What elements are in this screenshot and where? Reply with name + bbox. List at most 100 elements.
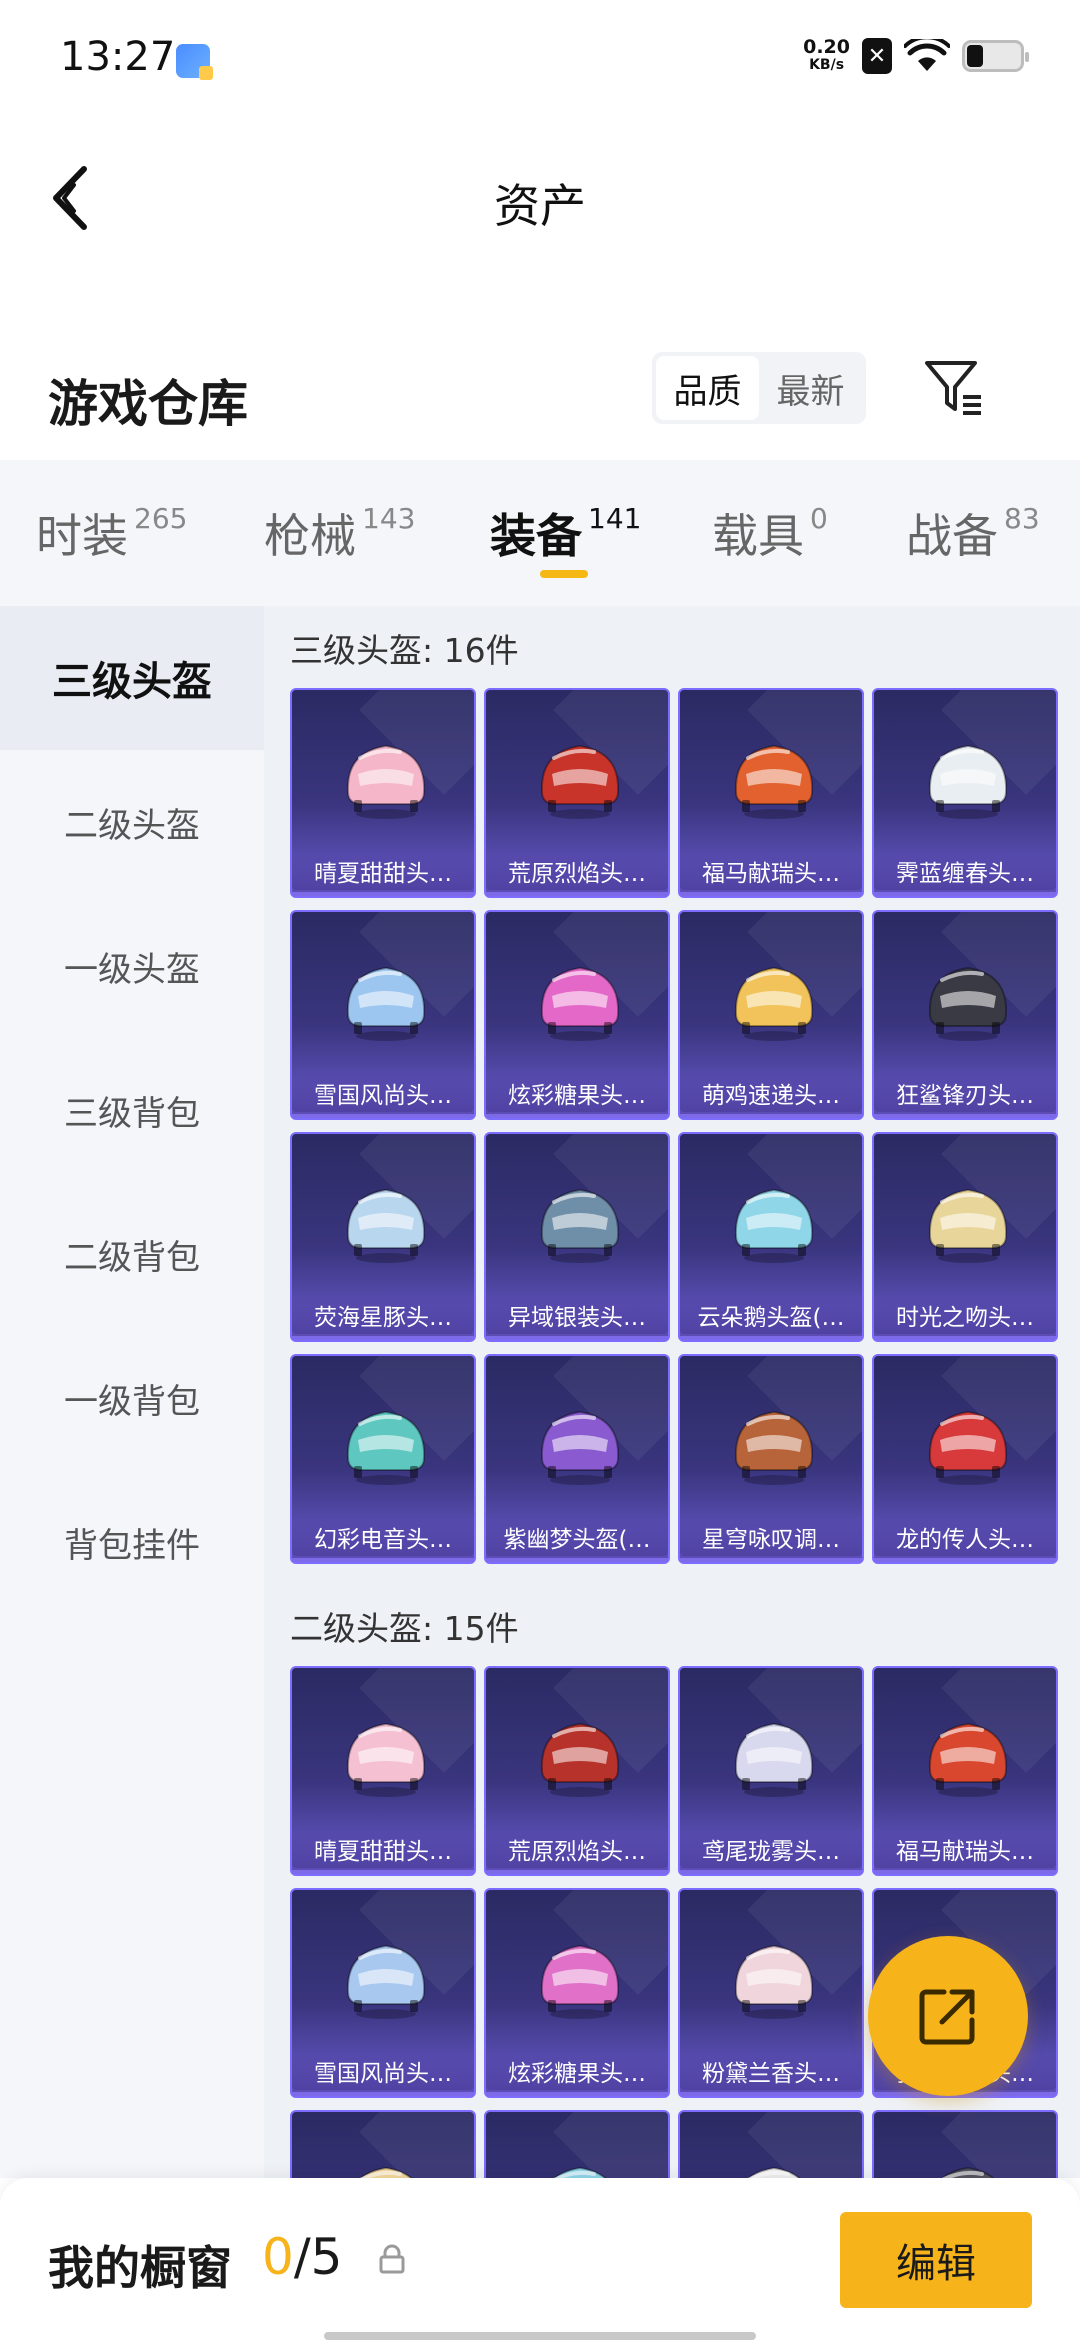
item-name: 霁蓝缠春头… — [874, 856, 1056, 892]
item-name: 龙的传人头… — [874, 1522, 1056, 1558]
tab-count: 83 — [1004, 502, 1040, 535]
helmet-icon — [553, 2166, 607, 2178]
item-card[interactable]: 晴夏甜甜头… — [290, 1666, 476, 1876]
item-card[interactable]: 狂鲨锋刃头… — [872, 910, 1058, 1120]
sidebar-item-level2-helmet[interactable]: 二级头盔 — [0, 750, 264, 894]
helmet-icon — [928, 744, 1008, 819]
tab-battle-gear[interactable]: 战备 83 — [906, 500, 1040, 566]
filter-button[interactable] — [918, 352, 990, 424]
helmet-icon — [734, 1188, 814, 1263]
helmet-icon — [734, 1944, 814, 2019]
group-title: 三级头盔: 16件 — [290, 631, 519, 670]
item-card[interactable]: 时光之吻头… — [872, 1132, 1058, 1342]
item-card[interactable] — [290, 2110, 476, 2178]
item-card[interactable]: 雪国风尚头… — [290, 910, 476, 1120]
lock-icon — [378, 2244, 406, 2278]
tab-firearms[interactable]: 枪械 143 — [264, 500, 415, 566]
helmet-icon — [540, 1188, 620, 1263]
item-name: 狂鲨锋刃头… — [874, 1078, 1056, 1114]
home-indicator — [324, 2332, 756, 2340]
tab-equipment[interactable]: 装备 141 — [490, 500, 641, 566]
item-card[interactable]: 龙的传人头… — [872, 1354, 1058, 1564]
item-card[interactable]: 异域银装头… — [484, 1132, 670, 1342]
helmet-icon — [540, 966, 620, 1041]
sort-by-quality[interactable]: 品质 — [656, 356, 759, 420]
helmet-icon — [540, 1410, 620, 1485]
item-card[interactable]: 鸢尾珑雾头… — [678, 1666, 864, 1876]
tab-label: 时装 — [36, 509, 128, 563]
sidebar-item-level3-helmet[interactable]: 三级头盔 — [0, 606, 264, 750]
item-card[interactable]: 荒原烈焰头… — [484, 1666, 670, 1876]
showcase-current: 0 — [262, 2228, 294, 2286]
tab-vehicles[interactable]: 载具 0 — [712, 500, 828, 566]
item-card[interactable]: 幻彩电音头… — [290, 1354, 476, 1564]
item-name: 鸢尾珑雾头… — [680, 1834, 862, 1870]
item-name: 荒原烈焰头… — [486, 856, 668, 892]
item-name: 福马献瑞头… — [680, 856, 862, 892]
item-card[interactable]: 霁蓝缠春头… — [872, 688, 1058, 898]
showcase-count: 0/5 — [262, 2228, 342, 2286]
share-button[interactable] — [868, 1936, 1028, 2096]
sidebar-item-level1-backpack[interactable]: 一级背包 — [0, 1326, 264, 1470]
helmet-icon — [540, 744, 620, 819]
item-card[interactable]: 福马献瑞头… — [872, 1666, 1058, 1876]
item-card[interactable]: 荧海星豚头… — [290, 1132, 476, 1342]
status-time: 13:27 — [60, 34, 176, 80]
helmet-icon — [346, 1188, 426, 1263]
item-card[interactable]: 炫彩糖果头… — [484, 1888, 670, 2098]
item-card[interactable]: 萌鸡速递头… — [678, 910, 864, 1120]
item-card[interactable]: 粉黛兰香头… — [678, 1888, 864, 2098]
sidebar-item-level3-backpack[interactable]: 三级背包 — [0, 1038, 264, 1182]
item-name: 炫彩糖果头… — [486, 2056, 668, 2092]
item-card[interactable] — [678, 2110, 864, 2178]
active-tab-indicator — [540, 570, 588, 578]
warehouse-title: 游戏仓库 — [48, 375, 248, 433]
item-name: 雪国风尚头… — [292, 2056, 474, 2092]
item-card[interactable]: 炫彩糖果头… — [484, 910, 670, 1120]
tab-count: 0 — [810, 502, 828, 535]
sort-by-newest[interactable]: 最新 — [759, 356, 862, 420]
helmet-icon — [540, 1722, 620, 1797]
tab-count: 143 — [362, 502, 416, 535]
item-card[interactable] — [484, 2110, 670, 2178]
showcase-bar: 我的橱窗 0/5 编辑 — [0, 2178, 1080, 2344]
tab-label: 战备 — [906, 509, 998, 563]
tab-fashion[interactable]: 时装 265 — [36, 500, 187, 566]
tab-count: 141 — [588, 502, 642, 535]
item-name: 晴夏甜甜头… — [292, 856, 474, 892]
item-name: 雪国风尚头… — [292, 1078, 474, 1114]
edit-button[interactable]: 编辑 — [840, 2212, 1032, 2308]
item-card[interactable]: 福马献瑞头… — [678, 688, 864, 898]
helmet-icon — [346, 966, 426, 1041]
item-card[interactable]: 晴夏甜甜头… — [290, 688, 476, 898]
sidebar-item-level2-backpack[interactable]: 二级背包 — [0, 1182, 264, 1326]
helmet-icon — [734, 1410, 814, 1485]
status-bar: 13:27 0.20 KB/s ✕ — [0, 0, 1080, 120]
item-card[interactable]: 荒原烈焰头… — [484, 688, 670, 898]
item-card[interactable]: 云朵鹅头盔(… — [678, 1132, 864, 1342]
helmet-icon — [734, 1722, 814, 1797]
item-card[interactable]: 星穹咏叹调… — [678, 1354, 864, 1564]
network-speed: 0.20 KB/s — [803, 38, 850, 74]
helmet-icon — [346, 744, 426, 819]
item-card[interactable] — [872, 2110, 1058, 2178]
showcase-label: 我的橱窗 — [48, 2241, 232, 2295]
item-card[interactable]: 雪国风尚头… — [290, 1888, 476, 2098]
header-bar: 资产 — [0, 140, 1080, 260]
item-name: 荧海星豚头… — [292, 1300, 474, 1336]
item-name: 萌鸡速递头… — [680, 1078, 862, 1114]
app-notification-icon — [176, 44, 213, 80]
item-name: 粉黛兰香头… — [680, 2056, 862, 2092]
item-name: 时光之吻头… — [874, 1300, 1056, 1336]
item-name: 星穹咏叹调… — [680, 1522, 862, 1558]
sidebar-item-level1-helmet[interactable]: 一级头盔 — [0, 894, 264, 1038]
status-right-icons: 0.20 KB/s ✕ — [803, 38, 1029, 74]
item-card[interactable]: 紫幽梦头盔(… — [484, 1354, 670, 1564]
sidebar-item-backpack-pendant[interactable]: 背包挂件 — [0, 1470, 264, 1614]
subcategory-sidebar: 三级头盔 二级头盔 一级头盔 三级背包 二级背包 一级背包 背包挂件 — [0, 606, 264, 2178]
tab-count: 265 — [134, 502, 188, 535]
helmet-icon — [346, 1944, 426, 2019]
warehouse-header: 游戏仓库 品质 最新 — [0, 330, 1080, 450]
helmet-icon — [346, 1410, 426, 1485]
item-name: 异域银装头… — [486, 1300, 668, 1336]
